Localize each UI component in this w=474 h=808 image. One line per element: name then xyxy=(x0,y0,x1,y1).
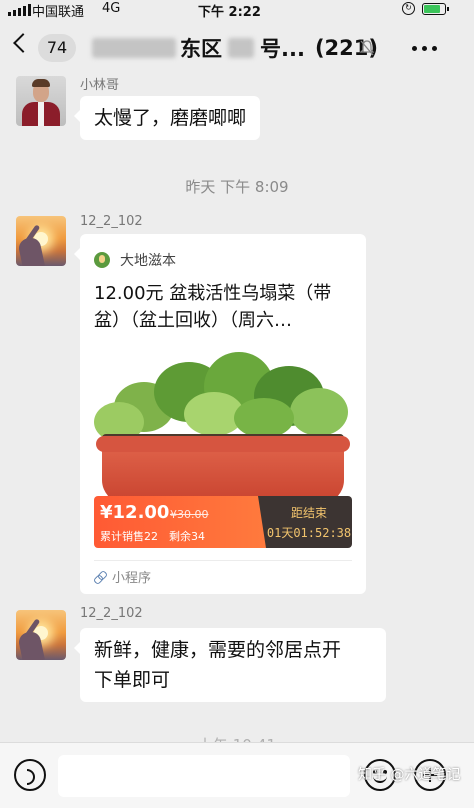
redacted-text xyxy=(92,38,176,58)
divider xyxy=(94,560,352,561)
chat-title: 东区 号... (221) xyxy=(92,33,378,63)
network-type: 4G xyxy=(102,1,121,16)
avatar[interactable] xyxy=(16,216,66,266)
status-time: 下午 2:22 xyxy=(198,5,261,20)
battery-icon xyxy=(422,3,449,15)
sale-price: ¥12.00 xyxy=(100,502,170,523)
chat-title-part2: 号... xyxy=(260,37,305,61)
card-title-line: 12.00元 盆栽活性乌塌菜（带 xyxy=(94,283,332,304)
sender-name: 小林哥 xyxy=(80,78,120,93)
miniprogram-link-icon xyxy=(94,571,106,583)
store-logo-icon xyxy=(94,252,110,268)
message-text: 太慢了，磨磨唧唧 xyxy=(94,107,247,129)
product-image xyxy=(94,352,352,496)
back-chevron-icon[interactable] xyxy=(13,33,33,53)
price-bar: ¥12.00 ¥30.00 累计销售22 剩余34 距结束 01天01:52:3… xyxy=(94,496,352,548)
message-text: 新鲜，健康，需要的邻居点开 xyxy=(94,639,342,661)
more-options-icon[interactable] xyxy=(412,46,437,51)
countdown-value: 01天01:52:38 xyxy=(266,526,352,540)
sender-name: 12_2_102 xyxy=(80,214,143,229)
avatar[interactable] xyxy=(16,610,66,660)
battery-level xyxy=(424,5,440,13)
card-source: 大地滋本 xyxy=(94,250,176,270)
time-divider: 昨天 下午 8:09 xyxy=(185,178,289,196)
original-price: ¥30.00 xyxy=(170,508,209,521)
unread-count-badge[interactable]: 74 xyxy=(38,34,76,62)
sales-info: 累计销售22 剩余34 xyxy=(100,530,205,543)
carrier-name: 中国联通 xyxy=(32,5,85,20)
card-title-line: 盆）（盆土回收）（周六… xyxy=(94,310,292,331)
sender-name: 12_2_102 xyxy=(80,606,143,621)
message-text: 下单即可 xyxy=(94,669,171,691)
miniprogram-footer: 小程序 xyxy=(94,567,151,586)
voice-input-icon[interactable] xyxy=(14,759,46,791)
card-title: 12.00元 盆栽活性乌塌菜（带 盆）（盆土回收）（周六… xyxy=(94,280,356,334)
countdown-label: 距结束 xyxy=(290,506,327,520)
miniprogram-card[interactable]: 大地滋本 12.00元 盆栽活性乌塌菜（带 盆）（盆土回收）（周六… ¥12.0… xyxy=(74,234,366,594)
card-source-name: 大地滋本 xyxy=(120,253,176,269)
chat-title-part1: 东区 xyxy=(180,37,222,61)
miniprogram-label: 小程序 xyxy=(112,571,152,586)
mute-bell-icon xyxy=(360,40,374,56)
watermark: 知乎 @六道笔记 xyxy=(358,767,461,783)
redacted-text xyxy=(228,38,254,58)
message-bubble[interactable]: 新鲜，健康，需要的邻居点开 下单即可 xyxy=(74,628,386,702)
message-bubble[interactable]: 太慢了，磨磨唧唧 xyxy=(73,96,261,140)
status-bar: 中国联通 4G 下午 2:22 ↻ xyxy=(0,0,474,20)
signal-icon xyxy=(8,4,31,16)
message-input[interactable] xyxy=(58,755,350,797)
orientation-lock-icon: ↻ xyxy=(402,2,415,15)
avatar[interactable] xyxy=(16,76,66,126)
chat-header: 74 东区 号... (221) xyxy=(0,26,474,70)
